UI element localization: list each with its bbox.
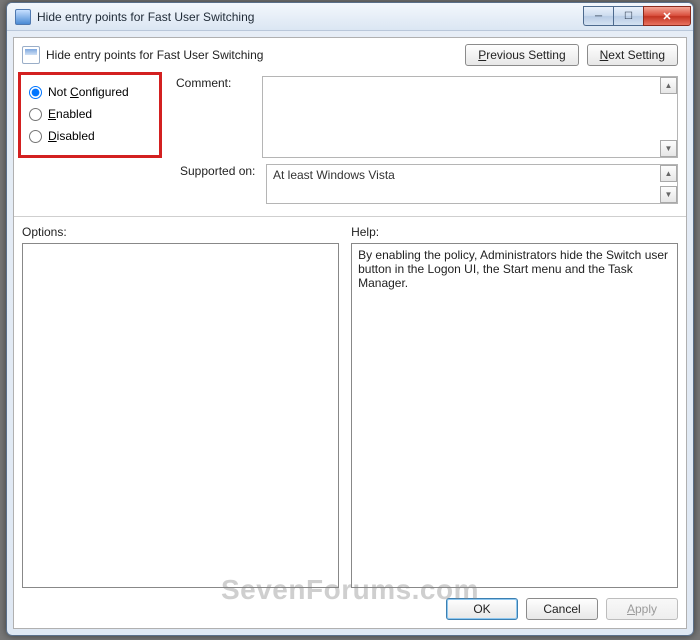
close-button[interactable]: ✕ [643, 6, 691, 26]
help-pane[interactable]: By enabling the policy, Administrators h… [351, 243, 678, 588]
options-label: Options: [22, 225, 339, 239]
cancel-button[interactable]: Cancel [526, 598, 598, 620]
minimize-button[interactable]: ─ [583, 6, 613, 26]
divider [14, 216, 686, 217]
dialog-buttons: OK Cancel Apply [22, 598, 678, 620]
next-setting-button[interactable]: Next Setting [587, 44, 678, 66]
config-row: Not Configured Enabled Disabled Comment:… [22, 76, 678, 158]
maximize-button[interactable]: ☐ [613, 6, 643, 26]
window-title: Hide entry points for Fast User Switchin… [37, 10, 583, 24]
radio-enabled-input[interactable] [29, 108, 42, 121]
help-label: Help: [351, 225, 678, 239]
dialog-window: Hide entry points for Fast User Switchin… [6, 2, 694, 636]
titlebar[interactable]: Hide entry points for Fast User Switchin… [7, 3, 693, 31]
comment-scroll-down[interactable]: ▼ [660, 140, 677, 157]
policy-icon [22, 46, 40, 64]
radio-not-configured[interactable]: Not Configured [27, 81, 153, 103]
lower-panels: Options: Help: By enabling the policy, A… [22, 225, 678, 588]
options-pane[interactable] [22, 243, 339, 588]
supported-scroll-up[interactable]: ▲ [660, 165, 677, 182]
comment-label: Comment: [176, 76, 262, 158]
ok-button[interactable]: OK [446, 598, 518, 620]
radio-enabled[interactable]: Enabled [27, 103, 153, 125]
supported-label: Supported on: [180, 164, 266, 204]
window-buttons: ─ ☐ ✕ [583, 7, 691, 26]
apply-button: Apply [606, 598, 678, 620]
supported-box: At least Windows Vista ▲ ▼ [266, 164, 678, 204]
client-area: Hide entry points for Fast User Switchin… [13, 37, 687, 629]
previous-setting-button[interactable]: Previous Setting [465, 44, 578, 66]
policy-title: Hide entry points for Fast User Switchin… [46, 48, 465, 62]
comment-box: ▲ ▼ [262, 76, 678, 158]
titlebar-icon [15, 9, 31, 25]
radio-disabled-input[interactable] [29, 130, 42, 143]
state-radio-group: Not Configured Enabled Disabled [18, 72, 162, 158]
header-row: Hide entry points for Fast User Switchin… [22, 44, 678, 66]
supported-scroll-down[interactable]: ▼ [660, 186, 677, 203]
radio-not-configured-input[interactable] [29, 86, 42, 99]
help-text: By enabling the policy, Administrators h… [358, 248, 668, 290]
comment-textarea[interactable] [263, 77, 660, 157]
supported-value: At least Windows Vista [267, 165, 660, 203]
radio-disabled[interactable]: Disabled [27, 125, 153, 147]
comment-scroll-up[interactable]: ▲ [660, 77, 677, 94]
